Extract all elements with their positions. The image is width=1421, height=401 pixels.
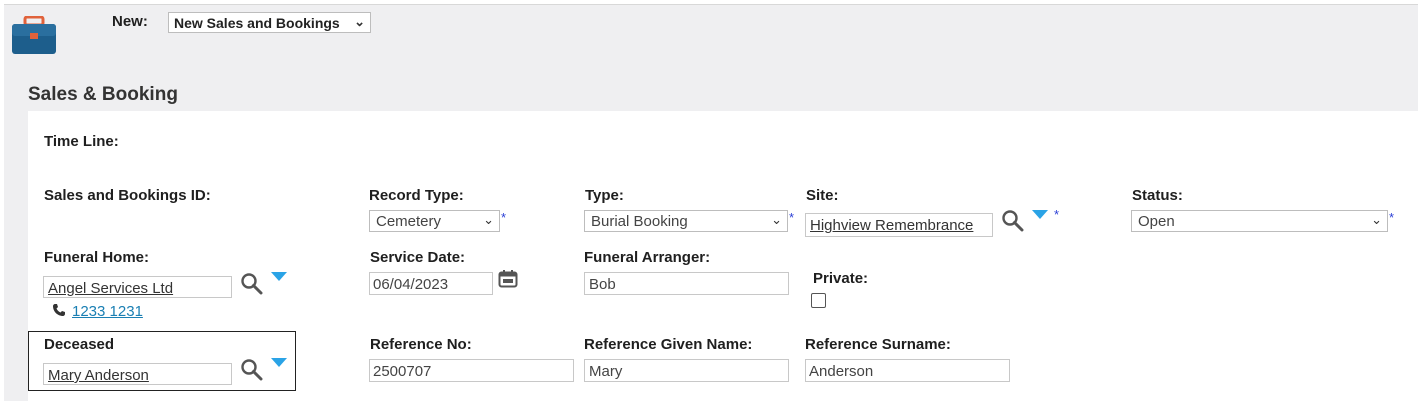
funeral-home-phone-link[interactable]: 1233 1231 (72, 303, 143, 320)
record-type-label: Record Type: (369, 187, 464, 204)
funeral-home-lookup-field[interactable]: Angel Services Ltd (43, 276, 232, 298)
required-marker: * (1389, 210, 1395, 225)
search-icon[interactable] (240, 358, 264, 382)
new-label: New: (112, 13, 148, 30)
chevron-down-icon: ⌄ (771, 212, 782, 227)
funeral-arranger-label: Funeral Arranger: (584, 249, 711, 266)
required-marker: * (789, 210, 795, 225)
calendar-icon[interactable] (498, 269, 518, 288)
status-label: Status: (1132, 187, 1183, 204)
dropdown-triangle-icon[interactable] (271, 358, 287, 367)
reference-given-name-input[interactable]: Mary (584, 359, 789, 382)
site-lookup-field[interactable]: Highview Remembrance (805, 213, 993, 237)
private-checkbox[interactable] (811, 293, 826, 308)
search-icon[interactable] (240, 272, 264, 296)
dropdown-triangle-icon[interactable] (1032, 210, 1048, 219)
funeral-home-label: Funeral Home: (44, 249, 150, 266)
type-select[interactable]: Burial Booking ⌄ (584, 210, 788, 232)
funeral-home-value: Angel Services Ltd (48, 280, 174, 297)
deceased-value: Mary Anderson (48, 367, 149, 384)
reference-surname-input[interactable]: Anderson (805, 359, 1010, 382)
chevron-down-icon: ⌄ (1371, 212, 1382, 227)
type-label: Type: (585, 187, 624, 204)
service-date-input[interactable]: 06/04/2023 (369, 272, 493, 295)
chevron-down-icon: ⌄ (354, 14, 365, 29)
search-icon[interactable] (1001, 209, 1025, 233)
private-label: Private: (813, 270, 869, 287)
status-value: Open (1138, 213, 1175, 230)
briefcase-icon (12, 16, 56, 54)
section-title: Sales & Booking (28, 84, 178, 105)
funeral-arranger-input[interactable]: Bob (584, 272, 789, 295)
reference-surname-label: Reference Surname: (805, 336, 951, 353)
service-date-label: Service Date: (370, 249, 466, 266)
reference-given-name-label: Reference Given Name: (584, 336, 753, 353)
chevron-down-icon: ⌄ (483, 212, 494, 227)
sales-id-label: Sales and Bookings ID: (44, 187, 211, 204)
phone-icon (53, 304, 65, 316)
new-record-select[interactable]: New Sales and Bookings ⌄ (168, 12, 371, 33)
reference-no-label: Reference No: (370, 336, 472, 353)
dropdown-triangle-icon[interactable] (271, 272, 287, 281)
deceased-label: Deceased (44, 336, 115, 353)
deceased-lookup-field[interactable]: Mary Anderson (43, 363, 232, 385)
left-gutter (4, 110, 28, 401)
record-type-value: Cemetery (376, 213, 442, 230)
new-record-select-value: New Sales and Bookings (174, 15, 340, 31)
type-value: Burial Booking (591, 213, 688, 230)
site-value: Highview Remembrance (810, 217, 974, 234)
record-type-select[interactable]: Cemetery ⌄ (369, 210, 500, 232)
status-select[interactable]: Open ⌄ (1131, 210, 1388, 232)
required-marker: * (501, 210, 507, 225)
reference-no-input[interactable]: 2500707 (369, 359, 574, 382)
site-label: Site: (806, 187, 839, 204)
required-marker: * (1054, 207, 1060, 222)
timeline-label: Time Line: (44, 133, 119, 150)
